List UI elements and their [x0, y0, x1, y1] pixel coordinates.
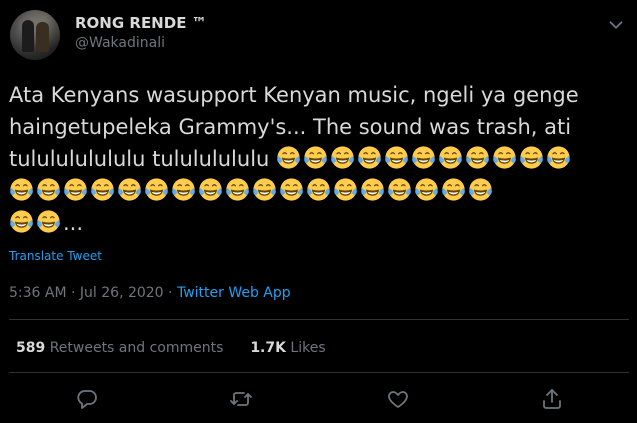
avatar-figure — [22, 20, 34, 52]
emoji-run — [276, 144, 573, 176]
tweet-time[interactable]: 5:36 AM — [9, 285, 67, 301]
tears-of-joy-emoji — [357, 145, 382, 170]
avatar-photo-glow — [10, 10, 60, 60]
tears-of-joy-emoji — [198, 177, 223, 202]
chevron-down-icon[interactable] — [605, 14, 627, 36]
tears-of-joy-emoji — [384, 145, 409, 170]
tweet-text-line: haingetupeleka Grammy's... The sound was… — [9, 115, 572, 139]
tears-of-joy-emoji — [387, 177, 412, 202]
tears-of-joy-emoji — [63, 177, 88, 202]
tweet-text-line: ... — [9, 207, 631, 239]
meta-separator: · — [163, 285, 177, 301]
tears-of-joy-emoji — [144, 177, 169, 202]
tears-of-joy-emoji — [36, 209, 61, 234]
tears-of-joy-emoji — [9, 177, 34, 202]
tears-of-joy-emoji — [360, 177, 385, 202]
tears-of-joy-emoji — [90, 177, 115, 202]
tweet-actions — [0, 387, 637, 413]
retweet-icon[interactable] — [229, 387, 253, 411]
emoji-run — [9, 176, 495, 208]
tears-of-joy-emoji — [492, 145, 517, 170]
tears-of-joy-emoji — [465, 145, 490, 170]
tears-of-joy-emoji — [252, 177, 277, 202]
retweets-count: 589 — [16, 340, 46, 356]
avatar-figure — [36, 22, 49, 52]
retweets-stat[interactable]: 589 Retweets and comments — [16, 340, 223, 356]
emoji-run — [9, 208, 63, 240]
tweet-meta: 5:36 AM · Jul 26, 2020 · Twitter Web App — [9, 285, 291, 301]
tweet-text-segment: tululululululu tulululululu — [9, 147, 270, 171]
tears-of-joy-emoji — [117, 177, 142, 202]
tears-of-joy-emoji — [279, 177, 304, 202]
avatar[interactable] — [10, 10, 60, 60]
tweet-text-line: Ata Kenyans wasupport Kenyan music, ngel… — [9, 83, 579, 107]
tweet-text-line — [9, 175, 631, 207]
share-icon[interactable] — [540, 387, 564, 411]
tears-of-joy-emoji — [171, 177, 196, 202]
likes-label: Likes — [290, 340, 326, 356]
tweet-text: Ata Kenyans wasupport Kenyan music, ngel… — [9, 79, 631, 239]
tweet-source-link[interactable]: Twitter Web App — [177, 285, 291, 301]
tweet-stats: 589 Retweets and comments 1.7K Likes — [16, 340, 326, 356]
tweet-header: RONG RENDE ™ @Wakadinali — [8, 10, 629, 62]
tears-of-joy-emoji — [414, 177, 439, 202]
ellipsis: ... — [63, 211, 84, 235]
likes-stat[interactable]: 1.7K Likes — [250, 340, 325, 356]
display-name[interactable]: RONG RENDE ™ — [75, 14, 207, 32]
tears-of-joy-emoji — [36, 177, 61, 202]
reply-icon[interactable] — [75, 387, 99, 411]
tears-of-joy-emoji — [330, 145, 355, 170]
translate-tweet-link[interactable]: Translate Tweet — [9, 249, 102, 263]
tears-of-joy-emoji — [468, 177, 493, 202]
divider — [9, 372, 629, 373]
tears-of-joy-emoji — [9, 209, 34, 234]
tears-of-joy-emoji — [225, 177, 250, 202]
tears-of-joy-emoji — [306, 177, 331, 202]
tweet-text-line: tululululululu tulululululu — [9, 143, 631, 175]
retweets-label: Retweets and comments — [49, 340, 224, 356]
tears-of-joy-emoji — [438, 145, 463, 170]
meta-separator: · — [66, 285, 80, 301]
tears-of-joy-emoji — [546, 145, 571, 170]
tears-of-joy-emoji — [276, 145, 301, 170]
tears-of-joy-emoji — [411, 145, 436, 170]
tears-of-joy-emoji — [519, 145, 544, 170]
tears-of-joy-emoji — [303, 145, 328, 170]
tears-of-joy-emoji — [333, 177, 358, 202]
user-handle[interactable]: @Wakadinali — [75, 35, 165, 51]
tears-of-joy-emoji — [441, 177, 466, 202]
divider — [9, 319, 629, 320]
heart-icon[interactable] — [386, 387, 410, 411]
tweet-date[interactable]: Jul 26, 2020 — [80, 285, 164, 301]
likes-count: 1.7K — [250, 340, 286, 356]
